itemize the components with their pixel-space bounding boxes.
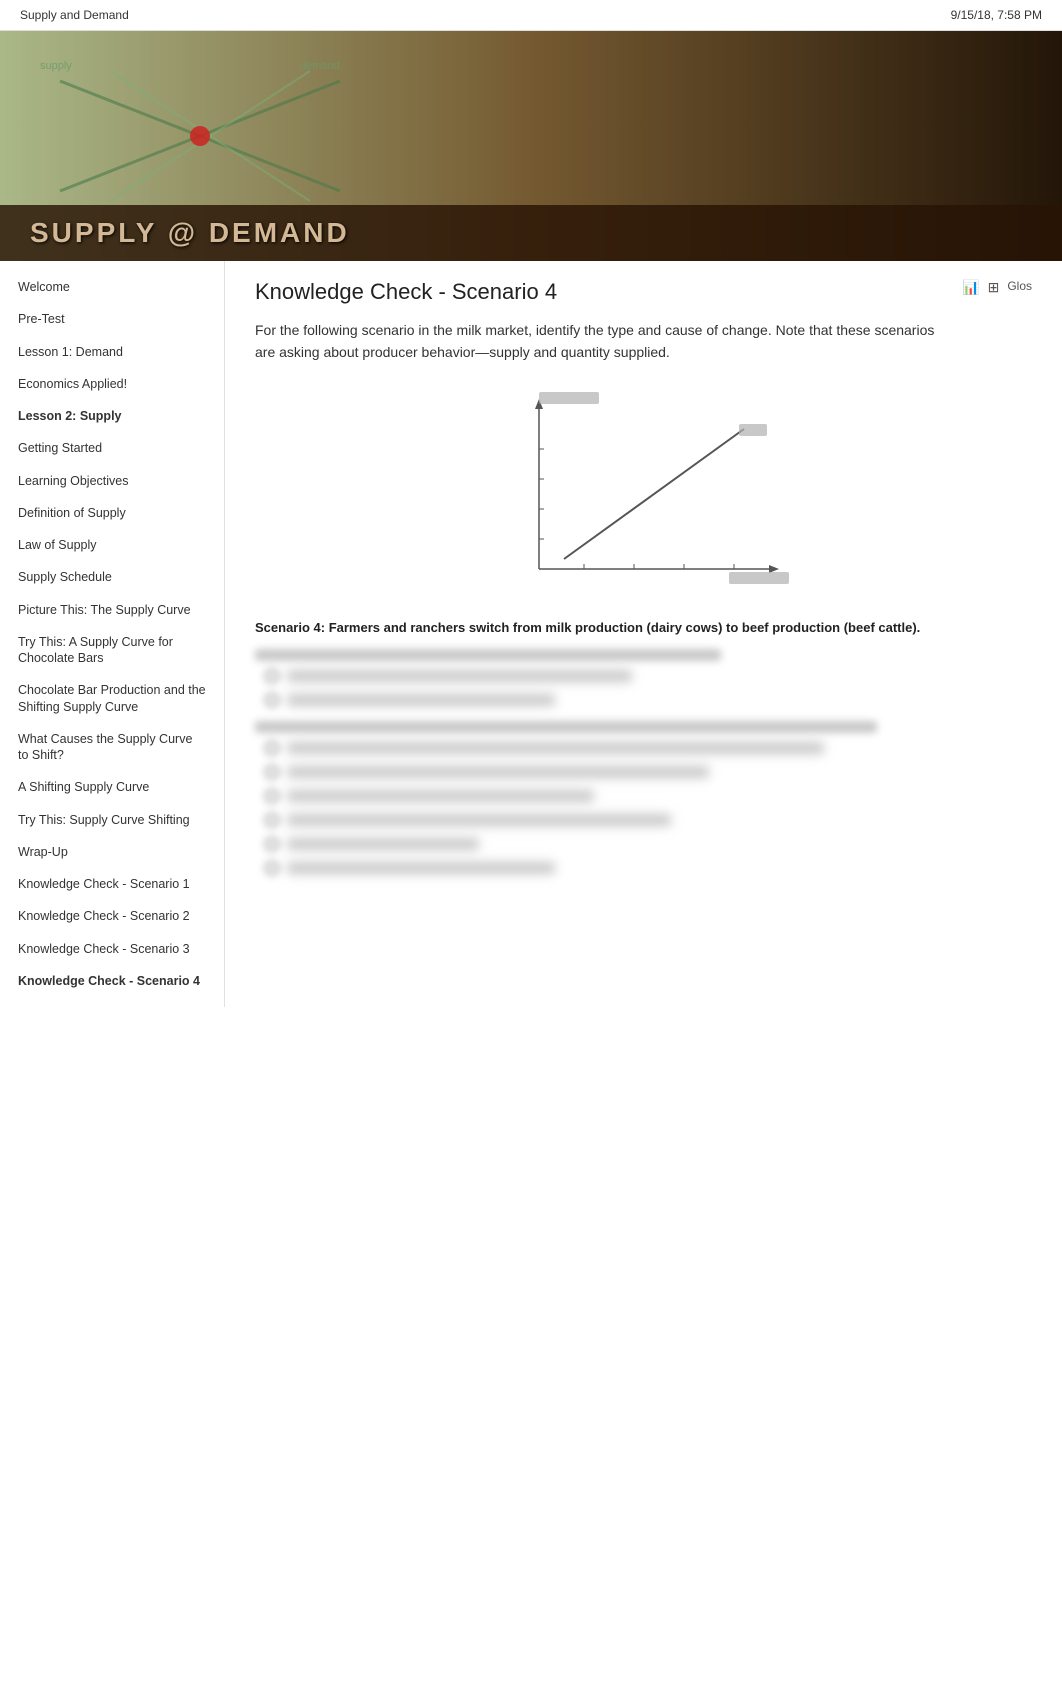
top-icons: 📊 ⊞ Glos [962,279,1032,296]
hero-banner: supply demand SUPPLY @ DEMAND [0,31,1062,261]
answer-option-2[interactable] [265,693,1032,707]
scenario-label: Scenario 4: Farmers and ranchers switch … [255,620,1032,635]
answer-option-7[interactable] [265,837,1032,851]
sidebar-item-pre-test[interactable]: Pre-Test [0,303,224,335]
answer-option-8[interactable] [265,861,1032,875]
question-cause [255,721,877,733]
datetime: 9/15/18, 7:58 PM [951,8,1042,22]
sidebar-item-try-this-shifting[interactable]: Try This: Supply Curve Shifting [0,804,224,836]
sidebar-item-kc-scenario3[interactable]: Knowledge Check - Scenario 3 [0,933,224,965]
sidebar-item-what-causes[interactable]: What Causes the Supply Curve to Shift? [0,723,224,772]
answer-option-5[interactable] [265,789,1032,803]
content-header: Knowledge Check - Scenario 4 📊 ⊞ Glos [255,279,1032,305]
sidebar-item-kc-scenario4[interactable]: Knowledge Check - Scenario 4 [0,965,224,997]
sidebar-item-definition-supply[interactable]: Definition of Supply [0,497,224,529]
content-area: Knowledge Check - Scenario 4 📊 ⊞ Glos Fo… [225,261,1062,1007]
glos-link[interactable]: Glos [1007,279,1032,296]
sidebar-item-kc-scenario1[interactable]: Knowledge Check - Scenario 1 [0,868,224,900]
hero-title: SUPPLY @ DEMAND [0,205,1062,261]
sidebar-item-economics-applied[interactable]: Economics Applied! [0,368,224,400]
sidebar-item-kc-scenario2[interactable]: Knowledge Check - Scenario 2 [0,900,224,932]
svg-text:demand: demand [300,60,340,72]
supply-curve-chart [484,384,804,604]
sidebar-item-picture-this[interactable]: Picture This: The Supply Curve [0,594,224,626]
sidebar-item-welcome[interactable]: Welcome [0,271,224,303]
app-title: Supply and Demand [20,8,129,22]
main-layout: Welcome Pre-Test Lesson 1: Demand Econom… [0,261,1062,1007]
sidebar-item-law-supply[interactable]: Law of Supply [0,529,224,561]
chart-icon[interactable]: 📊 [962,279,979,296]
sidebar-item-shifting-supply[interactable]: A Shifting Supply Curve [0,771,224,803]
answer-option-3[interactable] [265,741,1032,755]
sidebar-item-learning-objectives[interactable]: Learning Objectives [0,465,224,497]
answer-option-1[interactable] [265,669,1032,683]
answer-option-6[interactable] [265,813,1032,827]
hero-graphic: supply demand [30,51,370,211]
sidebar-item-getting-started[interactable]: Getting Started [0,432,224,464]
sidebar-item-supply-schedule[interactable]: Supply Schedule [0,561,224,593]
chart-container [255,384,1032,604]
answer-option-4[interactable] [265,765,1032,779]
sidebar-item-lesson1-demand[interactable]: Lesson 1: Demand [0,336,224,368]
sidebar-item-wrap-up[interactable]: Wrap-Up [0,836,224,868]
question-type [255,649,721,661]
top-bar: Supply and Demand 9/15/18, 7:58 PM [0,0,1062,31]
sidebar: Welcome Pre-Test Lesson 1: Demand Econom… [0,261,225,1007]
svg-text:supply: supply [40,60,72,72]
sidebar-item-lesson2-supply[interactable]: Lesson 2: Supply [0,400,224,432]
expand-icon[interactable]: ⊞ [988,279,1000,296]
intro-text: For the following scenario in the milk m… [255,319,935,364]
sidebar-item-try-this-chocolate[interactable]: Try This: A Supply Curve for Chocolate B… [0,626,224,675]
sidebar-item-chocolate-production[interactable]: Chocolate Bar Production and the Shiftin… [0,674,224,723]
page-title: Knowledge Check - Scenario 4 [255,279,557,305]
answer-section [255,649,1032,875]
